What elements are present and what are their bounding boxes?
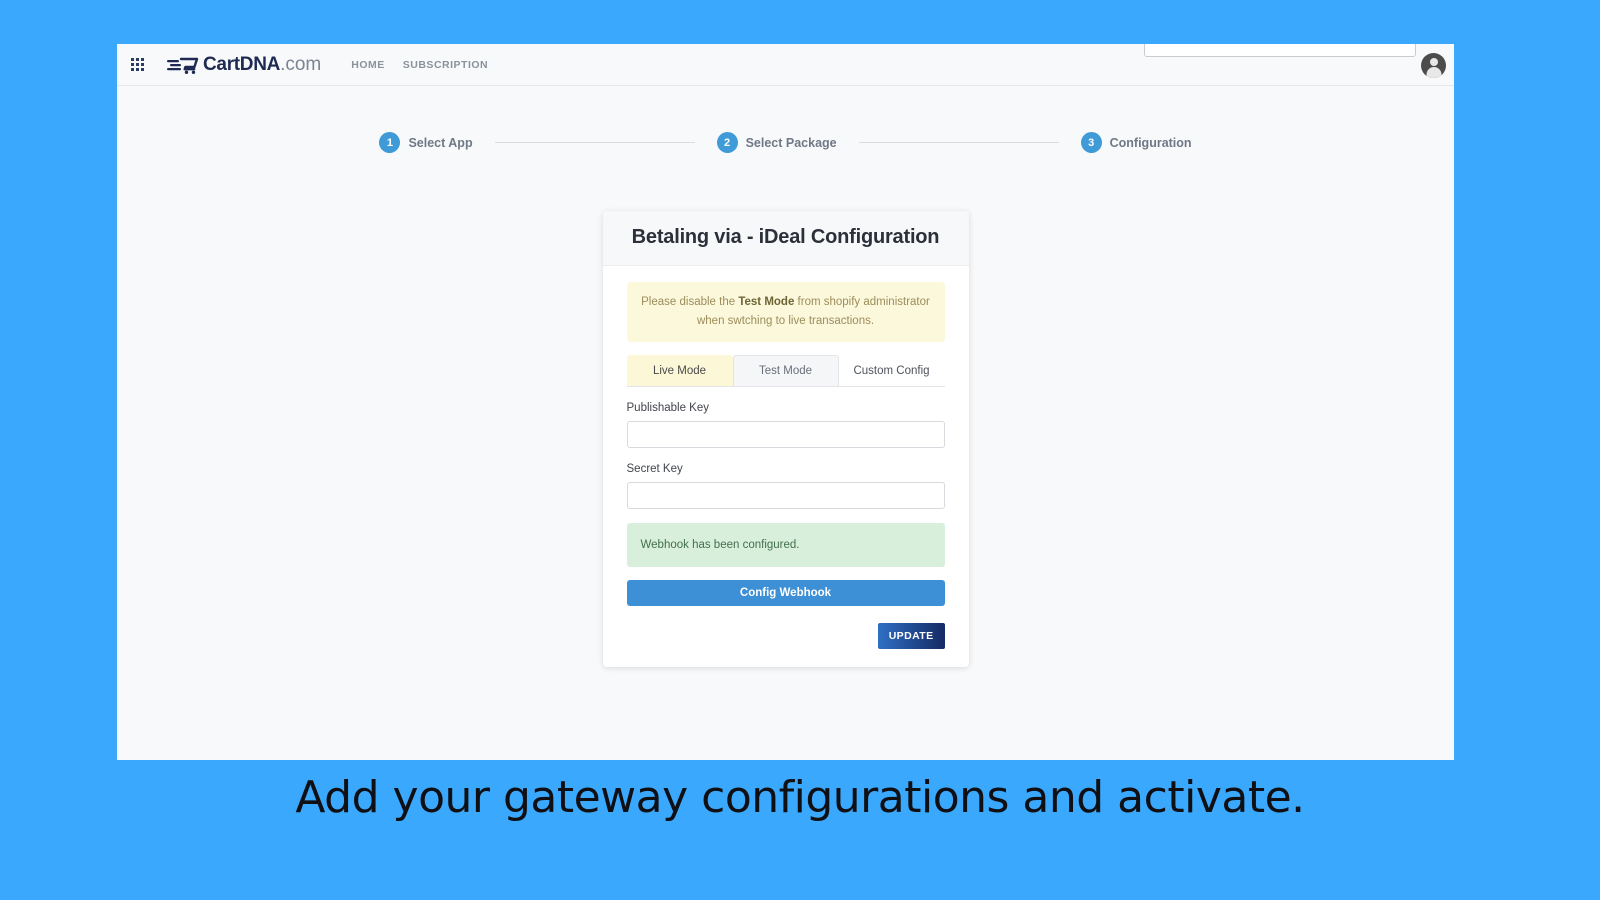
search-input[interactable] (1144, 44, 1416, 57)
page-title: Betaling via - iDeal Configuration (631, 226, 940, 248)
brand-suffix: .com (280, 53, 322, 75)
secret-key-label: Secret Key (626, 462, 683, 475)
grid-apps-icon[interactable] (131, 57, 145, 72)
gateway-configuration-card: Betaling via - iDeal Configuration Pleas… (602, 211, 969, 668)
card-header: Betaling via - iDeal Configuration (602, 211, 969, 267)
warning-text-emphasis: Test Mode (738, 296, 795, 309)
warning-text-before: Please disable the (641, 296, 739, 309)
step-connector-line (858, 142, 1059, 143)
main-nav-links: HOME SUBSCRIPTION (351, 59, 488, 71)
config-webhook-button[interactable]: Config Webhook (626, 580, 945, 607)
step-select-package[interactable]: 2 Select Package (716, 132, 837, 153)
tab-test-mode[interactable]: Test Mode (732, 354, 839, 386)
nav-link-subscription[interactable]: SUBSCRIPTION (403, 59, 488, 71)
update-button[interactable]: UPDATE (877, 623, 945, 650)
publishable-key-field-group: Publishable Key (626, 401, 945, 448)
tab-custom-config[interactable]: Custom Config (838, 354, 945, 386)
browser-viewport: CartDNA .com HOME SUBSCRIPTION 1 Select A… (117, 44, 1454, 760)
step-number-badge: 2 (716, 132, 738, 153)
step-label: Select Package (745, 135, 837, 150)
step-select-app[interactable]: 1 Select App (379, 132, 473, 153)
card-body: Please disable the Test Mode from shopif… (603, 266, 969, 667)
avatar-body-shape (1426, 67, 1441, 78)
nav-link-home[interactable]: HOME (351, 59, 385, 71)
brand-name: CartDNA (203, 53, 281, 75)
avatar-head-shape (1429, 58, 1438, 66)
slide-caption: Add your gateway configurations and acti… (295, 772, 1305, 823)
webhook-status-alert: Webhook has been configured. (626, 522, 945, 568)
tab-live-mode[interactable]: Live Mode (626, 354, 733, 386)
step-configuration[interactable]: 3 Configuration (1080, 132, 1192, 153)
mode-tabs: Live Mode Test Mode Custom Config (626, 354, 945, 387)
shopping-cart-icon (167, 57, 199, 74)
step-number-badge: 3 (1080, 132, 1102, 153)
step-connector-line (494, 142, 695, 143)
step-number-badge: 1 (379, 132, 401, 153)
secret-key-field-group: Secret Key (626, 462, 945, 509)
secret-key-input[interactable] (626, 481, 945, 509)
step-label: Select App (408, 135, 473, 150)
card-actions-row: UPDATE (627, 623, 945, 650)
top-navigation-bar: CartDNA .com HOME SUBSCRIPTION (117, 44, 1454, 86)
user-avatar[interactable] (1421, 53, 1446, 78)
progress-stepper: 1 Select App 2 Select Package 3 Configur… (117, 132, 1454, 153)
test-mode-warning-alert: Please disable the Test Mode from shopif… (626, 282, 945, 342)
step-label: Configuration (1109, 135, 1192, 150)
publishable-key-input[interactable] (626, 420, 945, 448)
brand-logo[interactable]: CartDNA .com (167, 54, 321, 76)
publishable-key-label: Publishable Key (626, 401, 709, 414)
